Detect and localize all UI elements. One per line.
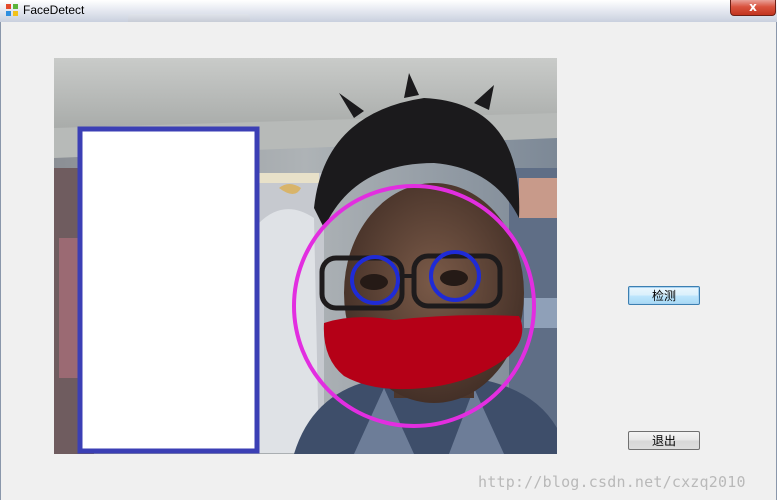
webcam-photo xyxy=(54,58,557,454)
face-detection-picture-box xyxy=(54,58,557,454)
windows-app-icon xyxy=(6,4,18,16)
close-button[interactable]: x xyxy=(730,0,776,16)
window-title: FaceDetect xyxy=(23,3,85,17)
exit-button[interactable]: 退出 xyxy=(628,431,700,450)
watermark-text: http://blog.csdn.net/cxzq2010 xyxy=(478,473,746,491)
title-bar: FaceDetect x xyxy=(0,0,777,22)
background-window-tab xyxy=(128,14,250,22)
detect-button[interactable]: 检测 xyxy=(628,286,700,305)
